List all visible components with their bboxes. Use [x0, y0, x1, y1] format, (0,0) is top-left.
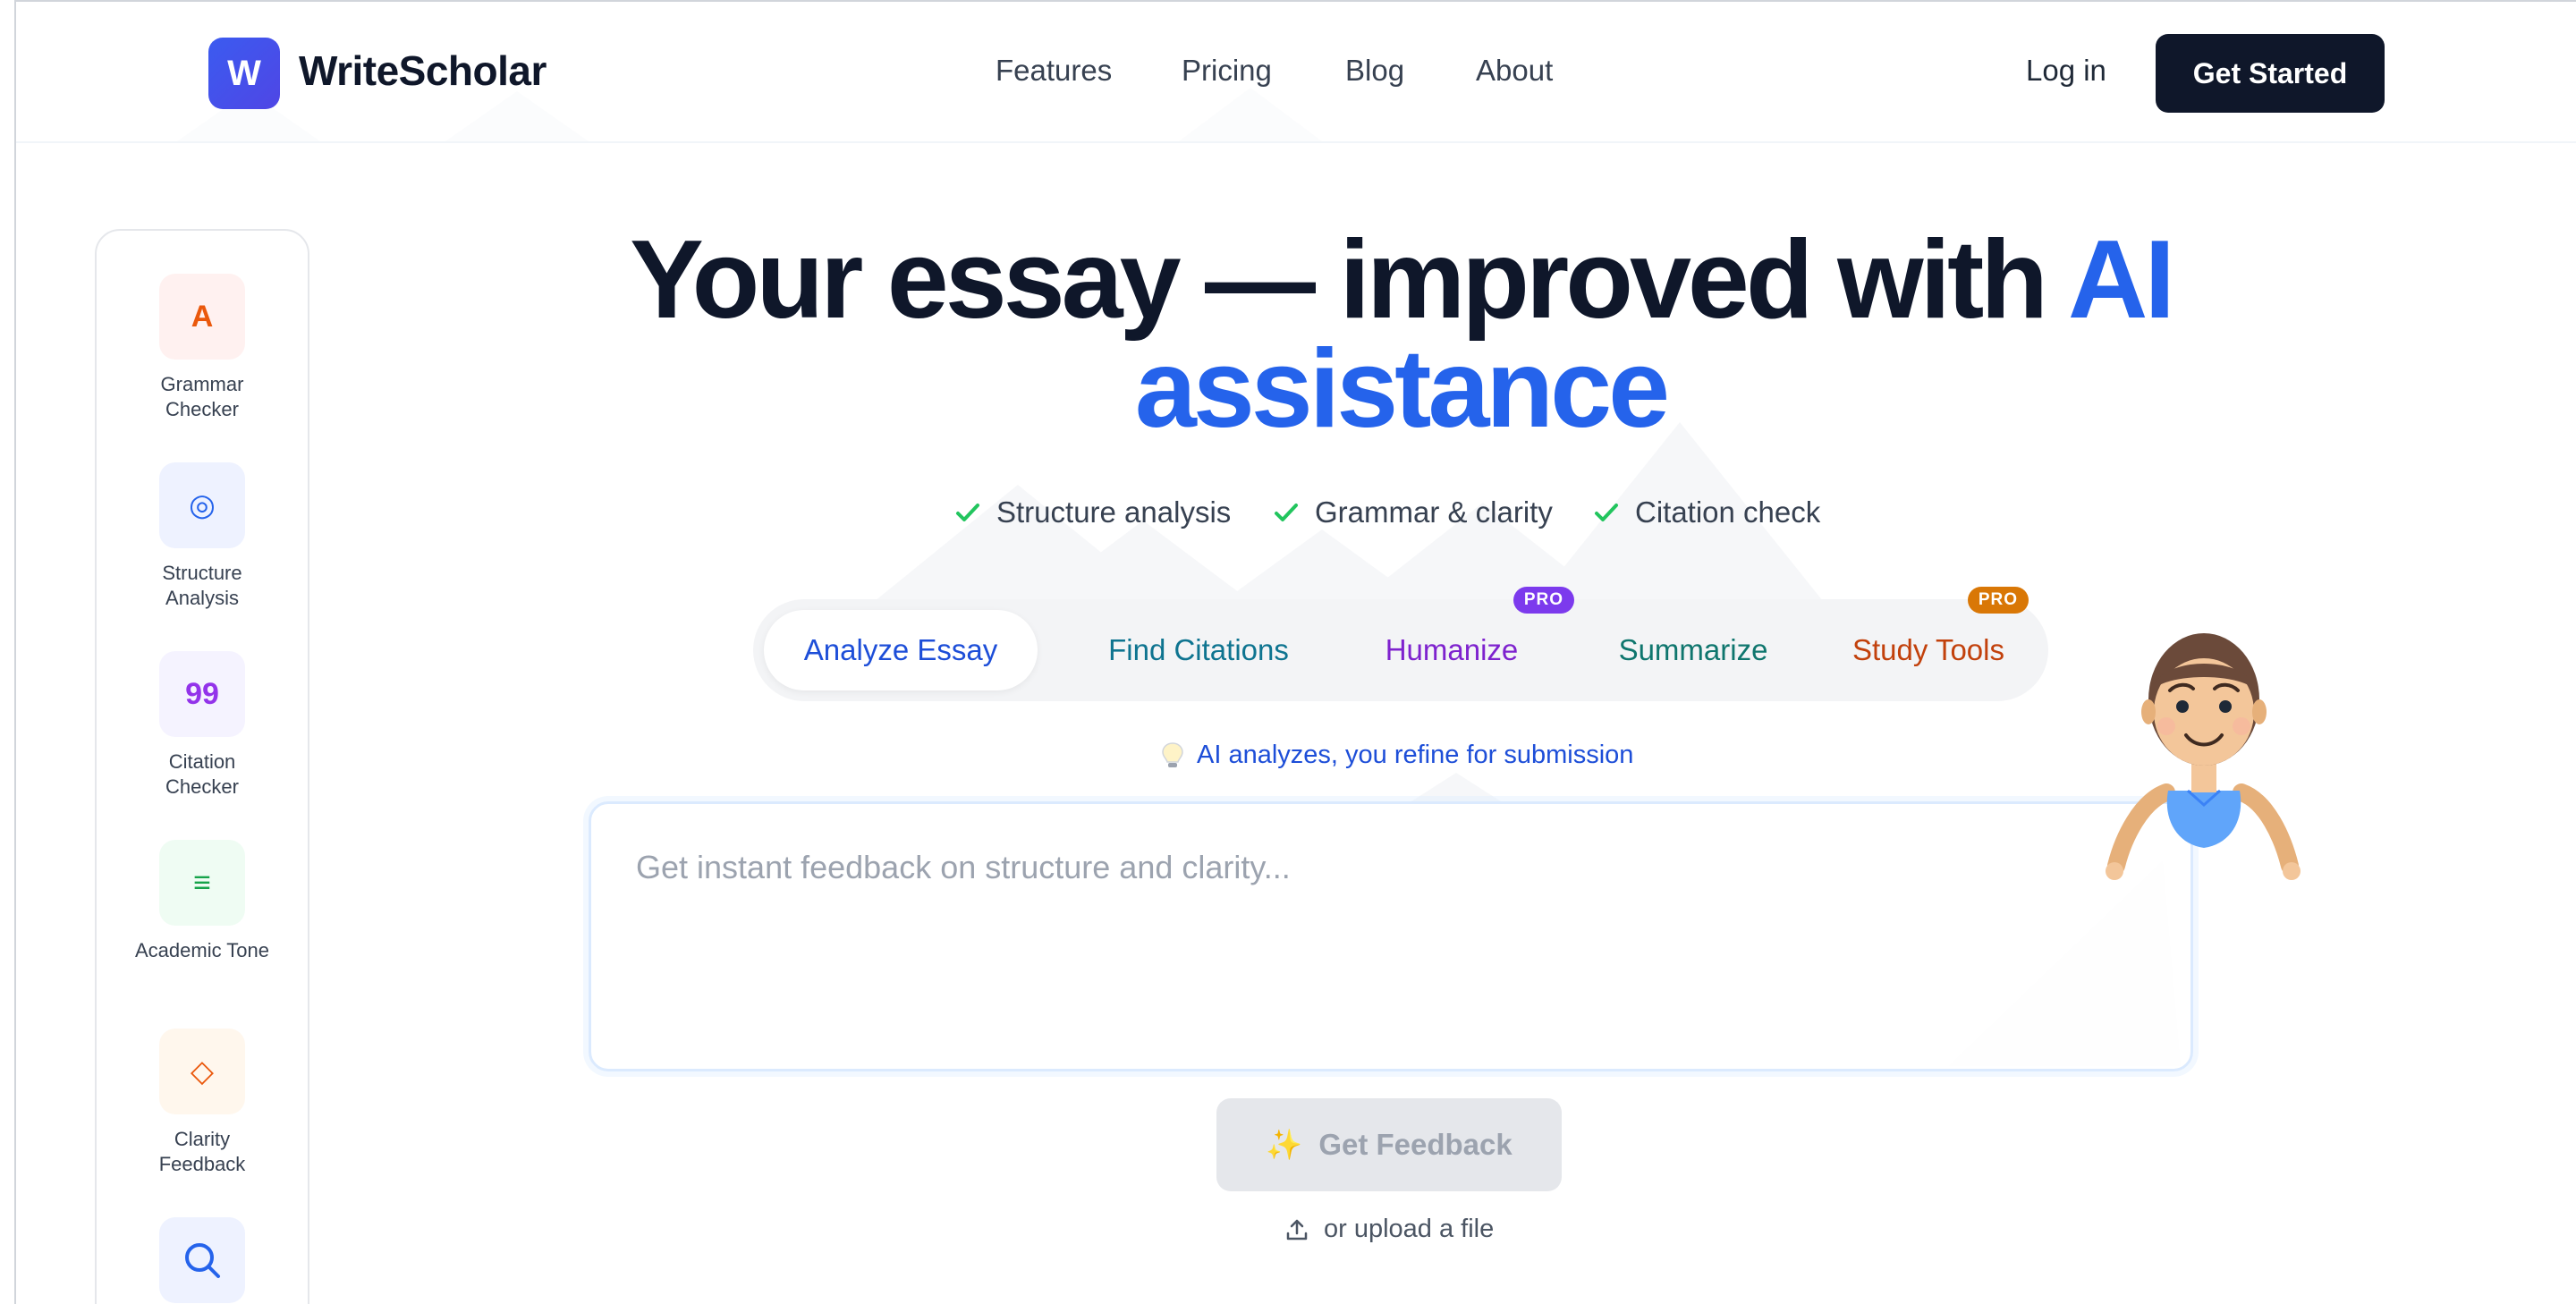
sidebar-item-label: Grammar Checker: [160, 373, 244, 420]
hero-title-main: Your essay — improved with: [630, 218, 2048, 342]
check-icon: [956, 504, 979, 521]
target-icon: ◎: [159, 462, 245, 548]
sidebar-item-search[interactable]: [97, 1217, 308, 1303]
sidebar-item-label: Citation Checker: [165, 750, 239, 798]
nav-features[interactable]: Features: [996, 54, 1112, 88]
search-icon: [159, 1217, 245, 1303]
brand-name[interactable]: WriteScholar: [299, 47, 547, 95]
upload-label: or upload a file: [1324, 1215, 1495, 1243]
get-feedback-label: Get Feedback: [1318, 1128, 1513, 1161]
tab-label: Humanize: [1385, 633, 1519, 666]
feature-item: Grammar & clarity: [1272, 495, 1553, 529]
tab-humanize[interactable]: Humanize PRO: [1347, 587, 1574, 701]
hero-title: Your essay — improved with AI assistance: [517, 224, 2284, 445]
tab-study-tools[interactable]: Study Tools PRO: [1821, 587, 2036, 701]
hint-line: AI analyzes, you refine for submission: [1161, 741, 1633, 770]
tab-summarize[interactable]: Summarize: [1589, 599, 1798, 701]
sidebar-item-label: Structure Analysis: [162, 562, 242, 609]
upload-link[interactable]: or upload a file: [1284, 1215, 1494, 1244]
upload-icon: [1286, 1219, 1308, 1240]
quote-icon: 99: [159, 651, 245, 737]
mascot-illustration: [2106, 633, 2301, 880]
essay-input-box: [589, 801, 2193, 1071]
get-started-button[interactable]: Get Started: [2156, 34, 2385, 113]
mode-tabs: Analyze Essay Find Citations Humanize PR…: [753, 587, 2048, 701]
nav-about[interactable]: About: [1476, 54, 1553, 88]
tab-label: Study Tools: [1852, 633, 2004, 666]
feature-item: Citation check: [1592, 495, 1820, 529]
hint-text: AI analyzes, you refine for submission: [1197, 741, 1634, 769]
check-icon: [1595, 504, 1618, 521]
nav-pricing[interactable]: Pricing: [1182, 54, 1272, 88]
logo-mark[interactable]: W: [208, 38, 280, 109]
feature-label: Structure analysis: [996, 495, 1232, 529]
page: W WriteScholar Features Pricing Blog Abo…: [14, 0, 2576, 1304]
sidebar-item-clarity-feedback[interactable]: ◇ Clarity Feedback: [97, 1029, 308, 1177]
pro-badge: PRO: [1967, 587, 2029, 614]
sidebar-item-structure-analysis[interactable]: ◎ Structure Analysis: [97, 462, 308, 611]
login-link[interactable]: Log in: [2026, 54, 2106, 88]
tab-analyze-essay[interactable]: Analyze Essay: [764, 610, 1038, 690]
sparkles-icon: ✨: [1266, 1127, 1303, 1161]
feature-label: Citation check: [1635, 495, 1821, 529]
nav-blog[interactable]: Blog: [1345, 54, 1404, 88]
diamond-icon: ◇: [159, 1029, 245, 1114]
sidebar-item-label: Academic Tone: [134, 939, 269, 961]
sidebar-item-grammar-checker[interactable]: A Grammar Checker: [97, 274, 308, 422]
lightbulb-icon: [1162, 741, 1183, 767]
feature-item: Structure analysis: [953, 495, 1231, 529]
pro-badge: PRO: [1513, 587, 1574, 614]
grammar-icon: A: [159, 274, 245, 360]
get-feedback-button[interactable]: ✨ Get Feedback: [1216, 1098, 1562, 1191]
check-icon: [1275, 504, 1298, 521]
sidebar-item-label: Clarity Feedback: [158, 1128, 246, 1175]
top-navbar: W WriteScholar Features Pricing Blog Abo…: [16, 2, 2576, 143]
essay-input[interactable]: [634, 847, 2123, 1029]
feature-label: Grammar & clarity: [1315, 495, 1553, 529]
tab-find-citations[interactable]: Find Citations: [1072, 599, 1326, 701]
sidebar-item-citation-checker[interactable]: 99 Citation Checker: [97, 651, 308, 800]
sidebar-item-academic-tone[interactable]: ≡ Academic Tone: [97, 840, 308, 963]
tools-sidebar: A Grammar Checker ◎ Structure Analysis 9…: [95, 229, 309, 1304]
lines-icon: ≡: [159, 840, 245, 926]
